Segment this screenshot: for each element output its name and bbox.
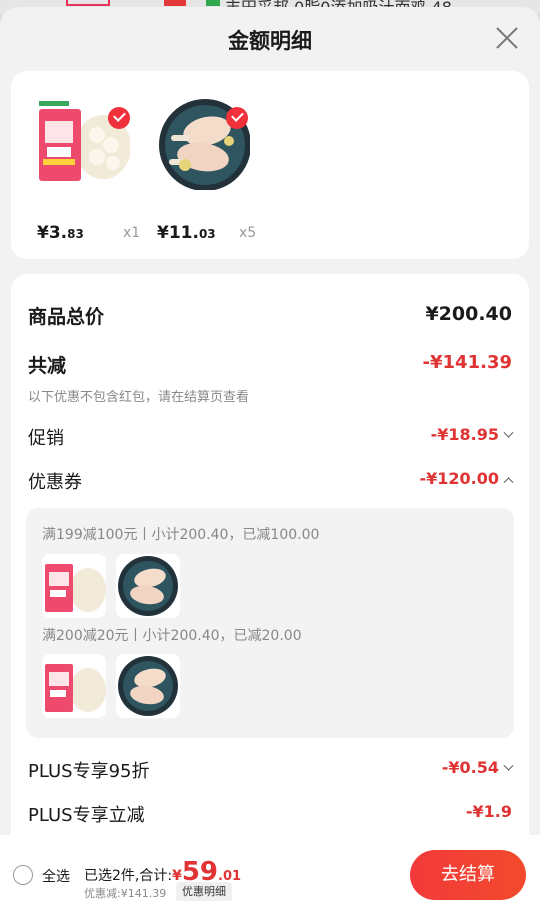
sheet-title: 金额明细 [228, 29, 312, 53]
select-all-label[interactable]: 全选 [42, 866, 70, 886]
plus-discount-row-toggle[interactable]: -¥0.54 [441, 758, 514, 777]
product-price: ¥3.83 [37, 223, 84, 243]
promotion-value: -¥18.95 [430, 425, 499, 444]
coupon-details-panel: 满199减100元丨小计200.40，已减100.00 满200减20元丨小计2… [26, 508, 514, 738]
plus-instant-value: -¥1.9 [465, 802, 512, 821]
amount-detail-sheet: 金额明细 ¥3.83 x1 ¥11.03 x5 商品总价 ¥200.40 共减 … [0, 7, 540, 901]
coupon-product-image [116, 654, 180, 718]
chevron-down-icon [503, 427, 514, 438]
selected-products-card: ¥3.83 x1 ¥11.03 x5 [11, 71, 529, 259]
promotion-label: 促销 [28, 428, 64, 449]
checkout-bar: 全选 已选2件,合计:¥59.01 优惠减:¥141.39 优惠明细 去结算 [0, 835, 540, 901]
discount-detail-button[interactable]: 优惠明细 [176, 882, 232, 901]
coupon-product-image [42, 554, 106, 618]
plus-instant-label: PLUS专享立减 [28, 805, 145, 826]
selected-check-icon[interactable] [108, 107, 130, 129]
coupon-rule: 满200减20元丨小计200.40，已减20.00 [42, 628, 302, 644]
promotion-row-toggle[interactable]: -¥18.95 [430, 425, 514, 444]
product-price: ¥11.03 [157, 223, 216, 243]
background-badge-fragment [164, 0, 186, 6]
coupon-value: -¥120.00 [419, 469, 499, 488]
coupon-product-image [116, 554, 180, 618]
selected-check-icon[interactable] [226, 107, 248, 129]
checkout-button[interactable]: 去结算 [410, 850, 526, 900]
total-price-value: ¥200.40 [425, 303, 512, 325]
product-quantity: x1 [123, 225, 141, 241]
discount-summary: 优惠减:¥141.39 [84, 887, 167, 900]
total-reduction-value: -¥141.39 [422, 352, 512, 373]
background-banner-fragment [66, 0, 110, 6]
price-details-card: 商品总价 ¥200.40 共减 -¥141.39 以下优惠不包含红包，请在结算页… [11, 274, 529, 901]
discount-note: 以下优惠不包含红包，请在结算页查看 [28, 390, 250, 405]
product-quantity: x5 [239, 225, 257, 241]
total-reduction-label: 共减 [28, 355, 67, 377]
close-icon[interactable] [494, 25, 520, 51]
background-tag-fragment [206, 0, 220, 6]
total-price-label: 商品总价 [28, 306, 105, 328]
plus-discount-value: -¥0.54 [441, 758, 499, 777]
coupon-label: 优惠券 [28, 472, 82, 493]
coupon-product-image [42, 654, 106, 718]
coupon-row-toggle[interactable]: -¥120.00 [419, 469, 514, 488]
plus-discount-label: PLUS专享95折 [28, 761, 150, 782]
chevron-up-icon [503, 477, 514, 488]
select-all-radio[interactable] [13, 865, 33, 885]
sheet-header: 金额明细 [0, 7, 540, 67]
chevron-down-icon [503, 760, 514, 771]
coupon-rule: 满199减100元丨小计200.40，已减100.00 [42, 527, 320, 543]
selected-count-text: 已选2件,合计: [84, 868, 173, 884]
